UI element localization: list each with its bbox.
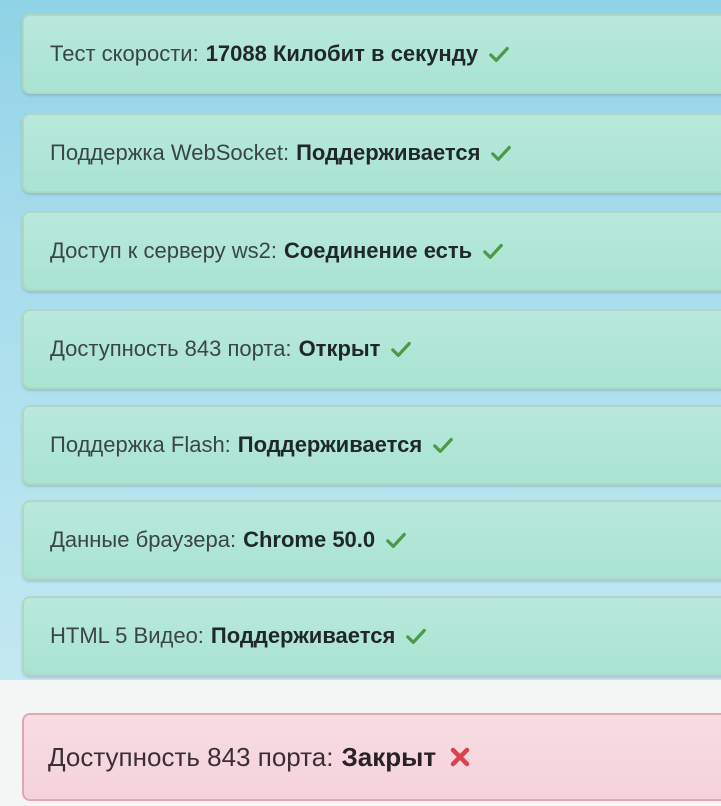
check-icon [406,628,427,645]
check-icon [483,243,504,260]
check-value: Закрыт [341,741,437,772]
check-value: Поддерживается [296,140,481,165]
check-value: Открыт [298,336,381,361]
check-row-server-ws2: Доступ к серверу ws2: Соединение есть [22,211,721,291]
check-icon [433,437,454,454]
check-row-port-843: Доступность 843 порта: Открыт [22,309,721,389]
check-row-speed: Тест скорости: 17088 Килобит в секунду [22,14,721,94]
check-icon [491,145,512,162]
check-value: Поддерживается [210,623,396,648]
check-row-flash: Поддержка Flash: Поддерживается [22,405,721,485]
check-row-port-843-error: Доступность 843 порта: Закрыт [22,713,721,801]
cross-icon [450,747,470,767]
check-label: Тест скорости: [50,41,199,66]
diagnostics-panel: Тест скорости: 17088 Килобит в секунду П… [0,0,721,680]
check-value: Chrome 50.0 [243,527,376,552]
check-label: Доступ к серверу ws2: [50,238,277,263]
check-icon [391,341,412,358]
check-label: Доступность 843 порта: [50,336,292,361]
check-value: Соединение есть [283,238,473,263]
check-row-websocket: Поддержка WebSocket: Поддерживается [22,113,721,193]
check-row-browser: Данные браузера: Chrome 50.0 [22,500,721,580]
check-label: Поддержка WebSocket: [50,140,290,165]
check-icon [386,532,406,549]
check-label: Доступность 843 порта: [48,741,334,772]
check-label: Поддержка Flash: [50,432,231,457]
check-icon [489,46,510,63]
check-label: Данные браузера: [50,527,237,552]
check-value: 17088 Килобит в секунду [205,41,479,66]
check-value: Поддерживается [237,432,423,457]
check-label: HTML 5 Видео: [50,623,204,648]
check-row-html5-video: HTML 5 Видео: Поддерживается [22,596,721,676]
